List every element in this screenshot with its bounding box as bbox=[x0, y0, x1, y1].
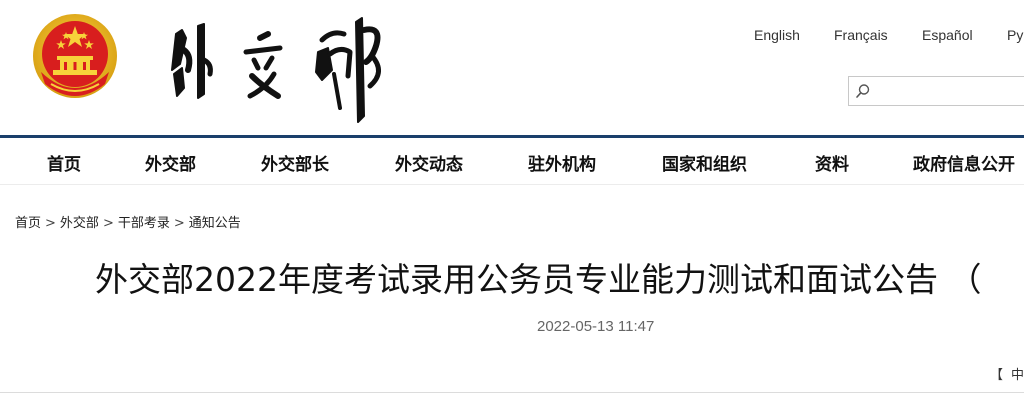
breadcrumb-home[interactable]: 首页 bbox=[15, 216, 41, 231]
content-divider bbox=[0, 392, 1024, 393]
lang-spanish-link[interactable]: Español bbox=[922, 27, 973, 43]
breadcrumb-ministry[interactable]: 外交部 bbox=[60, 216, 99, 231]
article-title: 外交部2022年度考试录用公务员专业能力测试和面试公告 （ bbox=[95, 260, 982, 299]
article-title-wrapper: 外交部2022年度考试录用公务员专业能力测试和面试公告 （ bbox=[0, 240, 1024, 300]
breadcrumb: 首页 > 外交部 > 干部考录 > 通知公告 bbox=[15, 212, 241, 231]
nav-item-ministry[interactable]: 外交部 bbox=[145, 150, 196, 175]
nav-item-countries-organizations[interactable]: 国家和组织 bbox=[662, 150, 747, 175]
nav-item-missions-overseas[interactable]: 驻外机构 bbox=[528, 150, 596, 175]
search-input[interactable] bbox=[875, 79, 1024, 103]
nav-item-diplomatic-news[interactable]: 外交动态 bbox=[395, 150, 463, 175]
search-box[interactable] bbox=[848, 76, 1024, 106]
breadcrumb-separator: > bbox=[102, 216, 114, 231]
nav-item-government-disclosure[interactable]: 政府信息公开 bbox=[913, 150, 1015, 175]
nav-item-home[interactable]: 首页 bbox=[47, 150, 81, 175]
nav-bottom-divider bbox=[0, 184, 1024, 185]
article-date: 2022-05-13 11:47 bbox=[537, 318, 655, 335]
language-switcher: English Français Español Ру bbox=[0, 27, 1024, 47]
main-nav: 首页 外交部 外交部长 外交动态 驻外机构 国家和组织 资料 政府信息公开 bbox=[0, 138, 1024, 184]
breadcrumb-separator: > bbox=[45, 216, 56, 231]
site-header: English Français Español Ру bbox=[0, 0, 1024, 135]
page: English Français Español Ру 首页 外交部 外交部长 … bbox=[0, 0, 1024, 400]
font-size-bracket: 【 bbox=[990, 368, 1004, 383]
national-emblem-icon[interactable] bbox=[31, 12, 119, 102]
lang-english-link[interactable]: English bbox=[754, 27, 800, 43]
breadcrumb-separator: > bbox=[173, 216, 185, 231]
breadcrumb-recruitment[interactable]: 干部考录 bbox=[118, 216, 170, 231]
lang-french-link[interactable]: Français bbox=[834, 27, 888, 43]
search-icon[interactable] bbox=[855, 83, 871, 99]
lang-russian-link[interactable]: Ру bbox=[1007, 27, 1023, 43]
font-size-medium-option[interactable]: 中 bbox=[1011, 368, 1024, 383]
nav-item-resources[interactable]: 资料 bbox=[815, 150, 849, 175]
nav-item-minister[interactable]: 外交部长 bbox=[261, 150, 329, 175]
font-size-switcher: 【中 bbox=[990, 364, 1024, 383]
breadcrumb-notices[interactable]: 通知公告 bbox=[189, 216, 241, 231]
